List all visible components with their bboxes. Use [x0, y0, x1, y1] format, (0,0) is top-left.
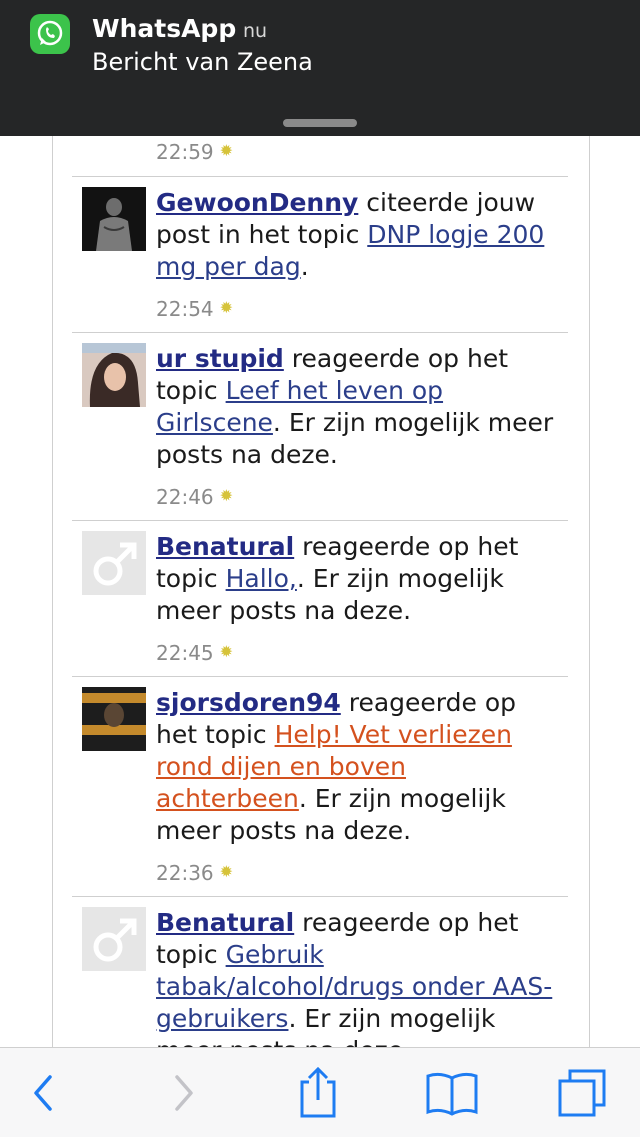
new-star-icon: ✹ — [219, 141, 234, 160]
new-star-icon: ✹ — [219, 642, 234, 661]
share-icon — [300, 1066, 336, 1118]
list-item: ur stupid reageerde op het topic Leef he… — [72, 332, 568, 521]
forward-icon — [175, 1075, 193, 1111]
timestamp: 22:59 ✹ — [156, 140, 234, 164]
web-page: 22:59 ✹ GewoonDenny citeerde jouw post in… — [0, 0, 640, 1136]
user-link[interactable]: sjorsdoren94 — [156, 688, 341, 717]
avatar[interactable] — [82, 687, 146, 751]
default-avatar-male-icon[interactable] — [82, 907, 146, 971]
item-text: ur stupid reageerde op het topic Leef he… — [156, 343, 556, 471]
avatar[interactable] — [82, 343, 146, 407]
user-link[interactable]: Benatural — [156, 532, 294, 561]
timestamp: 22:46 ✹ — [156, 485, 234, 509]
user-link[interactable]: Benatural — [156, 908, 294, 937]
timestamp: 22:45 ✹ — [156, 641, 234, 665]
default-avatar-male-icon[interactable] — [82, 531, 146, 595]
list-item: Benatural reageerde op het topic Gebruik… — [72, 896, 568, 1065]
timestamp: 22:54 ✹ — [156, 297, 234, 321]
notification-banner[interactable]: WhatsApp nu Bericht van Zeena — [0, 0, 640, 136]
back-button[interactable] — [17, 1068, 69, 1118]
suffix-text: . — [300, 252, 309, 281]
share-button[interactable] — [292, 1066, 344, 1118]
notification-message: Bericht van Zeena — [92, 48, 313, 76]
timestamp: 22:36 ✹ — [156, 861, 234, 885]
topic-link[interactable]: Hallo, — [226, 564, 297, 593]
user-link[interactable]: ur stupid — [156, 344, 284, 373]
bookmarks-button[interactable] — [424, 1068, 480, 1118]
banner-grabber-handle[interactable] — [283, 119, 357, 127]
browser-toolbar — [0, 1047, 640, 1137]
new-star-icon: ✹ — [219, 298, 234, 317]
back-icon — [34, 1075, 52, 1111]
tabs-icon — [558, 1069, 606, 1117]
new-star-icon: ✹ — [219, 862, 234, 881]
tabs-button[interactable] — [556, 1068, 608, 1118]
user-link[interactable]: GewoonDenny — [156, 188, 358, 217]
avatar[interactable] — [82, 187, 146, 251]
list-item: sjorsdoren94 reageerde op het topic Help… — [72, 676, 568, 897]
forward-button[interactable] — [158, 1068, 210, 1118]
list-item: Benatural reageerde op het topic Hallo,.… — [72, 520, 568, 677]
list-item: GewoonDenny citeerde jouw post in het to… — [72, 176, 568, 333]
whatsapp-icon — [30, 14, 70, 54]
item-text: Benatural reageerde op het topic Gebruik… — [156, 907, 556, 1067]
notification-app-name: WhatsApp — [92, 14, 237, 43]
bookmarks-icon — [426, 1072, 478, 1116]
notification-time: nu — [243, 20, 268, 42]
new-star-icon: ✹ — [219, 486, 234, 505]
item-text: sjorsdoren94 reageerde op het topic Help… — [156, 687, 556, 847]
item-text: GewoonDenny citeerde jouw post in het to… — [156, 187, 556, 283]
item-text: Benatural reageerde op het topic Hallo,.… — [156, 531, 556, 627]
